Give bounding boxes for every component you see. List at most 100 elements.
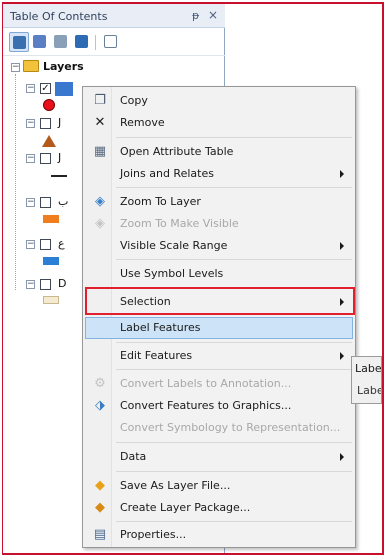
layer-2-point-symbol — [42, 135, 56, 147]
convert-labels-icon: ⚙ — [94, 376, 106, 391]
menu-item-visible-scale-range[interactable]: Visible Scale Range — [85, 235, 353, 257]
tooltip-text: Label th — [357, 384, 381, 397]
layer-5-polygon-symbol — [43, 257, 59, 265]
menu-item-label: Remove — [120, 116, 165, 129]
menu-item-label: Convert Features to Graphics... — [120, 399, 292, 412]
toc-title-bar: Table Of Contents ᵽ × — [3, 4, 225, 28]
properties-icon: ▤ — [93, 527, 107, 542]
layer-2-name[interactable]: J — [58, 116, 61, 129]
menu-item-open-attribute-table[interactable]: ▦ Open Attribute Table — [85, 141, 353, 163]
menu-item-convert-labels-to-annotation[interactable]: ⚙ Convert Labels to Annotation... — [85, 373, 353, 395]
layer-5-name[interactable]: ع — [58, 237, 65, 250]
layer-6-name[interactable]: D — [58, 277, 66, 290]
menu-item-label-features[interactable]: Label Features — [85, 317, 353, 339]
options-icon — [104, 35, 117, 48]
menu-item-edit-features[interactable]: Edit Features — [85, 345, 353, 367]
layer-4-polygon-symbol — [43, 215, 59, 223]
menu-item-use-symbol-levels[interactable]: Use Symbol Levels — [85, 263, 353, 285]
label-features-callout-box — [85, 287, 355, 315]
menu-separator — [116, 259, 352, 260]
save-layer-file-icon: ◆ — [95, 478, 105, 493]
submenu-arrow-icon — [340, 453, 344, 461]
menu-separator — [116, 369, 352, 370]
menu-separator — [116, 521, 352, 522]
menu-item-convert-features-to-graphics[interactable]: ⬗ Convert Features to Graphics... — [85, 395, 353, 417]
menu-item-label: Visible Scale Range — [120, 239, 228, 252]
tree-connector — [15, 74, 16, 290]
layers-label: Layers — [43, 60, 84, 73]
menu-item-label: Label Features — [120, 321, 201, 334]
list-by-selection-button[interactable] — [72, 32, 92, 52]
layer-context-menu: ❐ Copy ✕ Remove ▦ Open Attribute Table J… — [82, 86, 356, 548]
layer-3-checkbox[interactable] — [40, 153, 51, 164]
menu-item-label: Edit Features — [120, 349, 193, 362]
menu-item-label: Create Layer Package... — [120, 501, 251, 514]
layer-4-name[interactable]: ب — [58, 195, 68, 208]
menu-item-label: Save As Layer File... — [120, 479, 231, 492]
copy-icon: ❐ — [94, 93, 106, 108]
layer-1-checkbox[interactable]: ✓ — [40, 83, 51, 94]
list-by-drawing-order-button[interactable] — [9, 32, 29, 52]
list-by-visibility-button[interactable] — [51, 32, 71, 52]
layer-3-name[interactable]: J — [58, 151, 61, 164]
layers-expander[interactable]: − — [11, 63, 20, 72]
menu-separator — [116, 137, 352, 138]
layer-5-checkbox[interactable] — [40, 239, 51, 250]
menu-item-properties[interactable]: ▤ Properties... — [85, 524, 353, 546]
menu-item-label: Properties... — [120, 528, 187, 541]
layer-2-checkbox[interactable] — [40, 118, 51, 129]
submenu-arrow-icon — [340, 352, 344, 360]
menu-separator — [116, 342, 352, 343]
layer-5-expander[interactable]: − — [26, 240, 35, 249]
list-by-source-button[interactable] — [30, 32, 50, 52]
menu-item-label: Zoom To Make Visible — [120, 217, 239, 230]
toc-title: Table Of Contents — [10, 10, 108, 23]
list-by-source-icon — [33, 35, 46, 48]
create-layer-package-icon: ◆ — [95, 500, 105, 515]
menu-item-zoom-to-layer[interactable]: ◈ Zoom To Layer — [85, 191, 353, 213]
menu-separator — [116, 471, 352, 472]
menu-item-label: Open Attribute Table — [120, 145, 234, 158]
layer-1-name-highlight[interactable] — [55, 82, 73, 96]
layer-1-expander[interactable]: − — [26, 84, 35, 93]
layer-2-expander[interactable]: − — [26, 119, 35, 128]
layer-3-expander[interactable]: − — [26, 154, 35, 163]
menu-item-data[interactable]: Data — [85, 446, 353, 468]
menu-item-copy[interactable]: ❐ Copy — [85, 90, 353, 112]
menu-separator — [116, 442, 352, 443]
zoom-to-layer-icon: ◈ — [95, 194, 105, 209]
menu-item-create-layer-package[interactable]: ◆ Create Layer Package... — [85, 497, 353, 519]
submenu-arrow-icon — [340, 242, 344, 250]
submenu-arrow-icon — [340, 170, 344, 178]
menu-separator — [116, 187, 352, 188]
layer-6-checkbox[interactable] — [40, 279, 51, 290]
pin-icon[interactable]: ᵽ — [192, 9, 199, 22]
attribute-table-icon: ▦ — [93, 144, 107, 159]
menu-item-convert-symbology-to-representation[interactable]: Convert Symbology to Representation... — [85, 417, 353, 439]
menu-item-label: Convert Symbology to Representation... — [120, 421, 341, 434]
menu-item-label: Copy — [120, 94, 148, 107]
layer-4-expander[interactable]: − — [26, 198, 35, 207]
layer-6-polygon-symbol — [43, 296, 59, 304]
label-features-tooltip: Label Fe Label th — [351, 356, 382, 404]
menu-item-label: Joins and Relates — [120, 167, 214, 180]
list-by-drawing-order-icon — [13, 36, 26, 49]
list-by-visibility-icon — [54, 35, 67, 48]
layers-folder-icon — [23, 60, 39, 72]
layer-6-expander[interactable]: − — [26, 280, 35, 289]
close-icon[interactable]: × — [208, 8, 218, 22]
layer-3-line-symbol — [51, 175, 67, 177]
layer-1-point-symbol — [43, 99, 55, 111]
convert-features-icon: ⬗ — [95, 398, 105, 413]
menu-item-zoom-to-make-visible[interactable]: ◈ Zoom To Make Visible — [85, 213, 353, 235]
tooltip-title: Label Fe — [355, 362, 382, 375]
layer-4-checkbox[interactable] — [40, 197, 51, 208]
menu-item-label: Convert Labels to Annotation... — [120, 377, 292, 390]
toc-toolbar — [3, 28, 225, 56]
zoom-to-make-visible-icon: ◈ — [95, 216, 105, 231]
remove-icon: ✕ — [94, 115, 106, 130]
menu-item-save-as-layer-file[interactable]: ◆ Save As Layer File... — [85, 475, 353, 497]
menu-item-joins-and-relates[interactable]: Joins and Relates — [85, 163, 353, 185]
options-button[interactable] — [101, 32, 121, 52]
menu-item-remove[interactable]: ✕ Remove — [85, 112, 353, 134]
